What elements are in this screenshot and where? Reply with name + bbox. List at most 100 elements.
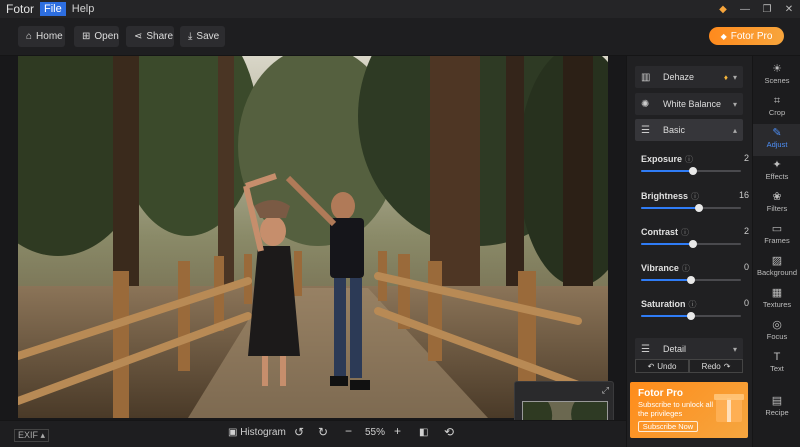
rail-item-effects[interactable]: ✦ Effects xyxy=(753,156,800,188)
rail-item-scenes[interactable]: ☀ Scenes xyxy=(753,60,800,92)
share-icon: ⋖ xyxy=(134,31,143,42)
rail-label: Textures xyxy=(762,300,792,309)
crop-icon: ⌗ xyxy=(773,95,781,107)
rail-item-frames[interactable]: ▭ Frames xyxy=(753,220,800,252)
rail-item-recipe[interactable]: ▤ Recipe xyxy=(753,392,800,424)
slider-handle[interactable] xyxy=(689,240,697,248)
undo-label: Undo xyxy=(657,361,677,371)
help-icon[interactable]: ⓘ xyxy=(681,228,689,237)
app-name: Fotor xyxy=(6,2,35,16)
close-button[interactable]: ✕ xyxy=(778,0,800,18)
slider-saturation: Saturation ⓘ 0 xyxy=(641,298,749,320)
share-button[interactable]: ⋖ Share xyxy=(126,26,174,47)
promo-subtitle: Subscribe to unlock all the privileges xyxy=(638,400,714,418)
detail-label: Detail xyxy=(663,344,687,354)
slider-track[interactable] xyxy=(641,167,741,175)
redo-label: Redo xyxy=(701,361,721,371)
rail-item-textures[interactable]: ▦ Textures xyxy=(753,284,800,316)
fotor-pro-promo[interactable]: Fotor Pro Subscribe to unlock all the pr… xyxy=(630,382,748,438)
expand-icon[interactable]: ⤢ xyxy=(602,385,609,396)
slider-track[interactable] xyxy=(641,312,741,320)
slider-vibrance: Vibrance ⓘ 0 xyxy=(641,262,749,284)
subscribe-now-button[interactable]: Subscribe Now xyxy=(638,421,698,432)
scenes-icon: ☀ xyxy=(772,63,782,75)
slider-track[interactable] xyxy=(641,240,741,248)
minimize-button[interactable]: — xyxy=(734,0,756,18)
slider-track[interactable] xyxy=(641,276,741,284)
reset-icon[interactable]: ⟲ xyxy=(444,425,454,439)
background-icon: ▨ xyxy=(771,255,783,267)
fotor-pro-button[interactable]: ◆ Fotor Pro xyxy=(709,27,784,45)
focus-icon: ◎ xyxy=(772,319,782,331)
white-balance-icon: ✺ xyxy=(641,98,650,110)
menu-help[interactable]: Help xyxy=(68,2,99,16)
rail-label: Crop xyxy=(768,108,786,117)
dehaze-icon: ▥ xyxy=(641,71,651,83)
maximize-button[interactable]: ❐ xyxy=(756,0,778,18)
dehaze-section[interactable]: ▥ Dehaze ♦ ▾ xyxy=(635,66,743,88)
slider-fill xyxy=(641,243,693,245)
basic-section[interactable]: ☰ Basic ▴ xyxy=(635,119,743,141)
slider-brightness: Brightness ⓘ 16 xyxy=(641,190,749,212)
histogram-label: Histogram xyxy=(240,427,286,438)
open-icon: ⊞ xyxy=(82,31,91,42)
slider-value: 0 xyxy=(743,262,749,272)
slider-handle[interactable] xyxy=(689,167,697,175)
window-controls: ◆ — ❐ ✕ xyxy=(712,0,800,18)
dehaze-label: Dehaze xyxy=(663,72,695,82)
rail-item-background[interactable]: ▨ Background xyxy=(753,252,800,284)
rotate-left-icon[interactable]: ↺ xyxy=(294,425,304,439)
rail-label: Effects xyxy=(765,172,789,181)
rail-label: Recipe xyxy=(765,408,789,417)
zoom-in-button[interactable]: + xyxy=(394,424,401,438)
edited-photo[interactable] xyxy=(18,56,608,418)
rotate-right-icon[interactable]: ↻ xyxy=(318,425,328,439)
slider-handle[interactable] xyxy=(687,312,695,320)
slider-label: Contrast xyxy=(641,227,679,237)
zoom-out-button[interactable]: − xyxy=(345,424,352,438)
help-icon[interactable]: ⓘ xyxy=(685,155,693,164)
histogram-button[interactable]: ▣ Histogram xyxy=(228,427,286,438)
rail-item-text[interactable]: T Text xyxy=(753,348,800,380)
white-balance-label: White Balance xyxy=(663,99,722,109)
pro-crown-icon: ◆ xyxy=(720,31,727,41)
detail-section[interactable]: ☰ Detail ▾ xyxy=(635,338,743,360)
home-button[interactable]: ⌂ Home xyxy=(18,26,65,47)
open-button[interactable]: ⊞ Open xyxy=(74,26,119,47)
share-label: Share xyxy=(146,31,174,42)
slider-value: 0 xyxy=(743,298,749,308)
redo-button[interactable]: Redo ↷ xyxy=(689,359,743,373)
save-button[interactable]: ⤓ Save xyxy=(180,26,225,47)
pro-badge-icon: ♦ xyxy=(723,72,728,82)
filters-icon: ❀ xyxy=(772,191,782,203)
help-icon[interactable]: ⓘ xyxy=(689,300,697,309)
sliders-icon: ☰ xyxy=(641,124,650,136)
slider-handle[interactable] xyxy=(695,204,703,212)
rail-item-focus[interactable]: ◎ Focus xyxy=(753,316,800,348)
slider-handle[interactable] xyxy=(687,276,695,284)
rail-label: Text xyxy=(770,364,784,373)
detail-icon: ☰ xyxy=(641,343,650,355)
slider-fill xyxy=(641,315,691,317)
title-bar: Fotor File Help ◆ — ❐ ✕ xyxy=(0,0,800,18)
rail-item-adjust[interactable]: ✎ Adjust xyxy=(753,124,800,156)
white-balance-section[interactable]: ✺ White Balance ▾ xyxy=(635,93,743,115)
rail-item-crop[interactable]: ⌗ Crop xyxy=(753,92,800,124)
help-icon[interactable]: ⓘ xyxy=(691,192,699,201)
basic-label: Basic xyxy=(663,125,686,135)
rail-item-filters[interactable]: ❀ Filters xyxy=(753,188,800,220)
exif-button[interactable]: EXIF ▴ xyxy=(14,429,50,442)
rail-label: Focus xyxy=(766,332,788,341)
rail-label: Filters xyxy=(766,204,788,213)
help-icon[interactable]: ⓘ xyxy=(682,264,690,273)
slider-label: Vibrance xyxy=(641,263,679,273)
undo-button[interactable]: ↶ Undo xyxy=(635,359,689,373)
slider-track[interactable] xyxy=(641,204,741,212)
textures-icon: ▦ xyxy=(771,287,783,299)
slider-fill xyxy=(641,279,691,281)
compare-icon[interactable]: ◧ xyxy=(419,427,428,438)
zoom-level: 55% xyxy=(365,427,386,438)
pro-diamond-icon[interactable]: ◆ xyxy=(712,0,734,18)
menu-file[interactable]: File xyxy=(40,2,66,16)
rail-label: Background xyxy=(756,268,798,277)
